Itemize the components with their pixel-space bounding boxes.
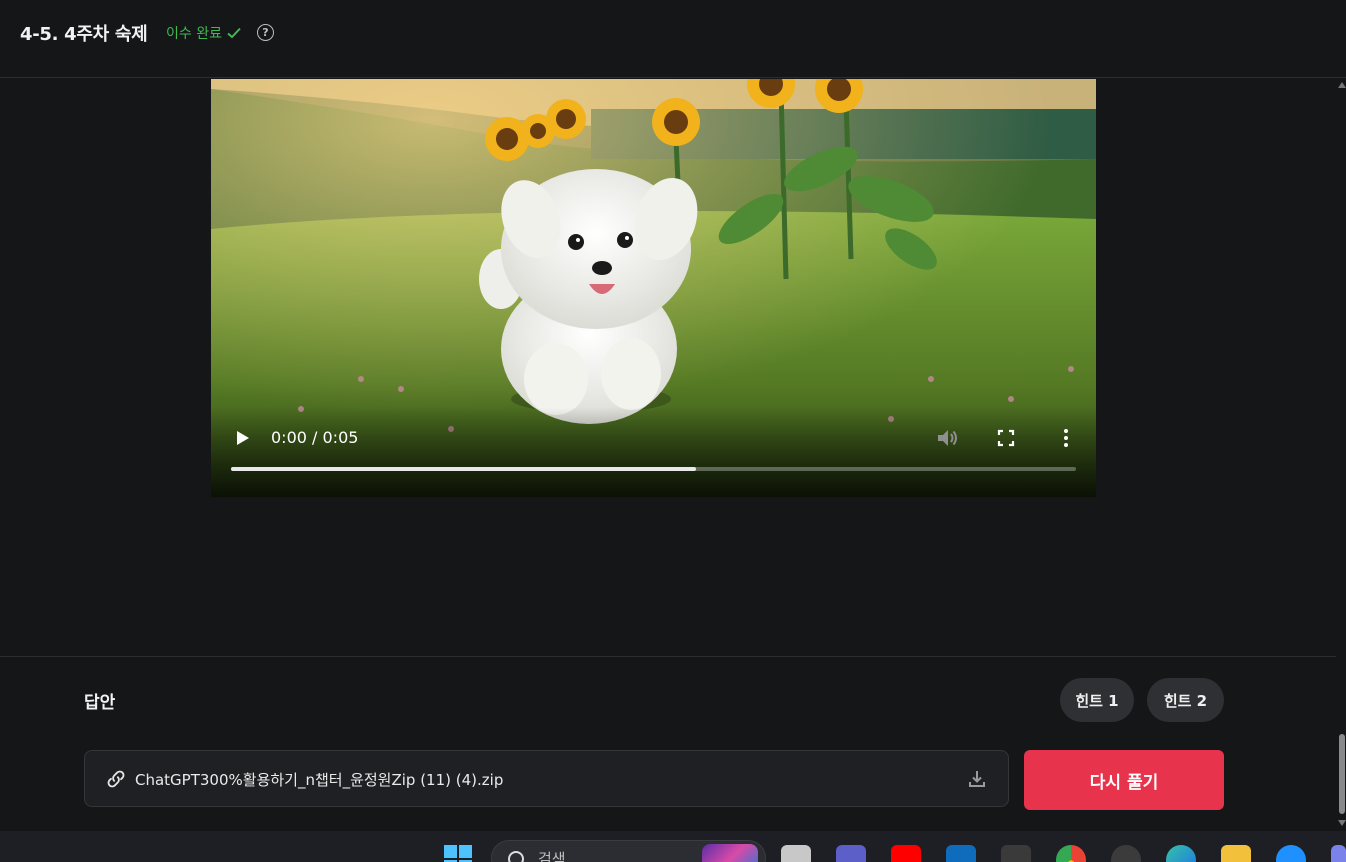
file-explorer-icon[interactable] xyxy=(1221,845,1251,862)
lesson-title: 4-5. 4주차 숙제 xyxy=(20,24,148,45)
edge-icon[interactable] xyxy=(1166,845,1196,862)
completion-text: 이수 완료 xyxy=(166,26,222,42)
taskbar-search[interactable]: 검색 xyxy=(491,840,766,862)
youtube-icon[interactable] xyxy=(891,845,921,862)
play-icon[interactable] xyxy=(237,431,249,445)
fullscreen-icon[interactable] xyxy=(997,429,1015,447)
volume-icon[interactable] xyxy=(935,427,959,449)
task-view-icon[interactable] xyxy=(781,845,811,862)
app-icon[interactable] xyxy=(1331,845,1346,862)
teams-icon[interactable] xyxy=(836,845,866,862)
check-icon xyxy=(227,27,241,39)
search-icon xyxy=(508,851,524,862)
retry-button[interactable]: 다시 풀기 xyxy=(1024,750,1224,810)
section-divider xyxy=(0,656,1336,657)
video-time: 0:00 / 0:05 xyxy=(271,428,359,447)
link-icon xyxy=(107,770,125,788)
netflix-icon[interactable] xyxy=(1001,845,1031,862)
chrome-icon[interactable] xyxy=(1056,845,1086,862)
outlook-icon[interactable] xyxy=(946,845,976,862)
hint-2-button[interactable]: 힌트 2 xyxy=(1147,678,1224,722)
help-icon[interactable]: ? xyxy=(257,24,274,41)
search-highlight-icon xyxy=(702,844,758,862)
windows-start-icon[interactable] xyxy=(444,845,474,862)
scrollbar-thumb[interactable] xyxy=(1339,734,1345,814)
video-controls xyxy=(211,407,1096,497)
submitted-file[interactable]: ChatGPT300%활용하기_n챕터_윤정원Zip (11) (4).zip xyxy=(84,750,1009,807)
edge-beta-icon[interactable] xyxy=(1276,845,1306,862)
scroll-down-arrow[interactable] xyxy=(1338,820,1346,826)
taskbar-search-placeholder: 검색 xyxy=(538,850,566,862)
answer-heading: 답안 xyxy=(84,693,116,713)
file-name: ChatGPT300%활용하기_n챕터_윤정원Zip (11) (4).zip xyxy=(135,771,504,789)
video-progress-fill xyxy=(231,467,696,471)
completion-status: 이수 완료 xyxy=(166,23,242,43)
scrollbar[interactable] xyxy=(1336,79,1346,829)
scroll-up-arrow[interactable] xyxy=(1338,82,1346,88)
video-player[interactable]: 0:00 / 0:05 xyxy=(211,79,1096,497)
lesson-page: 4-5. 4주차 숙제 이수 완료 ? 0:00 / 0:05 답안 힌트 1 … xyxy=(0,0,1346,862)
settings-app-icon[interactable] xyxy=(1111,845,1141,862)
download-icon[interactable] xyxy=(967,769,987,789)
windows-taskbar: 검색 xyxy=(0,831,1346,862)
lesson-header: 4-5. 4주차 숙제 이수 완료 ? xyxy=(0,0,1346,78)
more-options-icon[interactable] xyxy=(1061,428,1071,448)
video-progress-bar[interactable] xyxy=(231,467,1076,471)
hint-1-button[interactable]: 힌트 1 xyxy=(1060,678,1134,722)
